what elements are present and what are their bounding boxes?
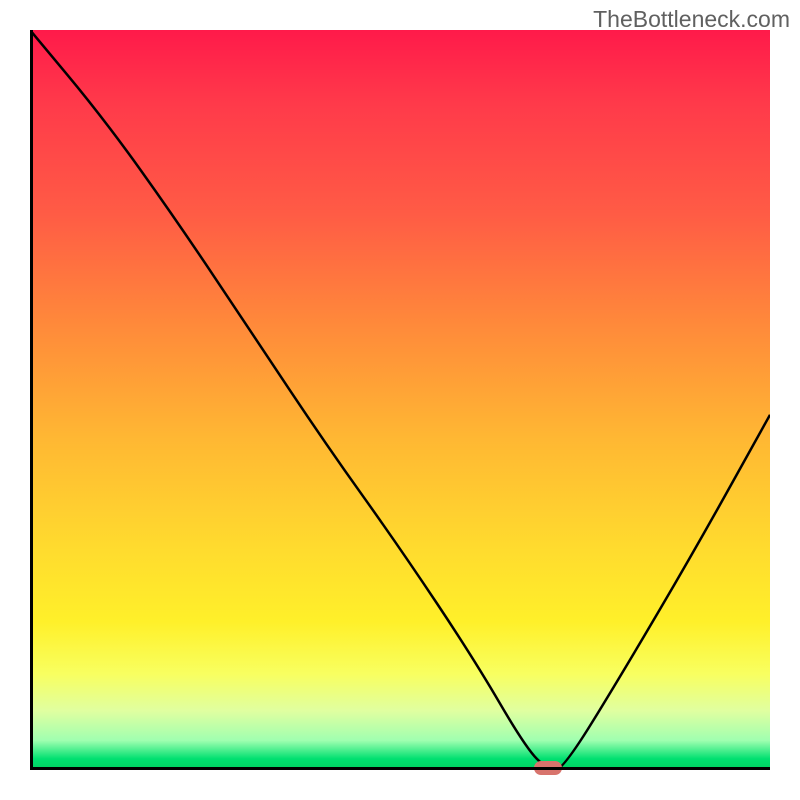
chart-area [30, 30, 770, 770]
bottleneck-curve [30, 30, 770, 770]
x-axis [30, 767, 770, 770]
chart-svg [30, 30, 770, 770]
watermark-text: TheBottleneck.com [593, 6, 790, 33]
y-axis [30, 30, 33, 770]
